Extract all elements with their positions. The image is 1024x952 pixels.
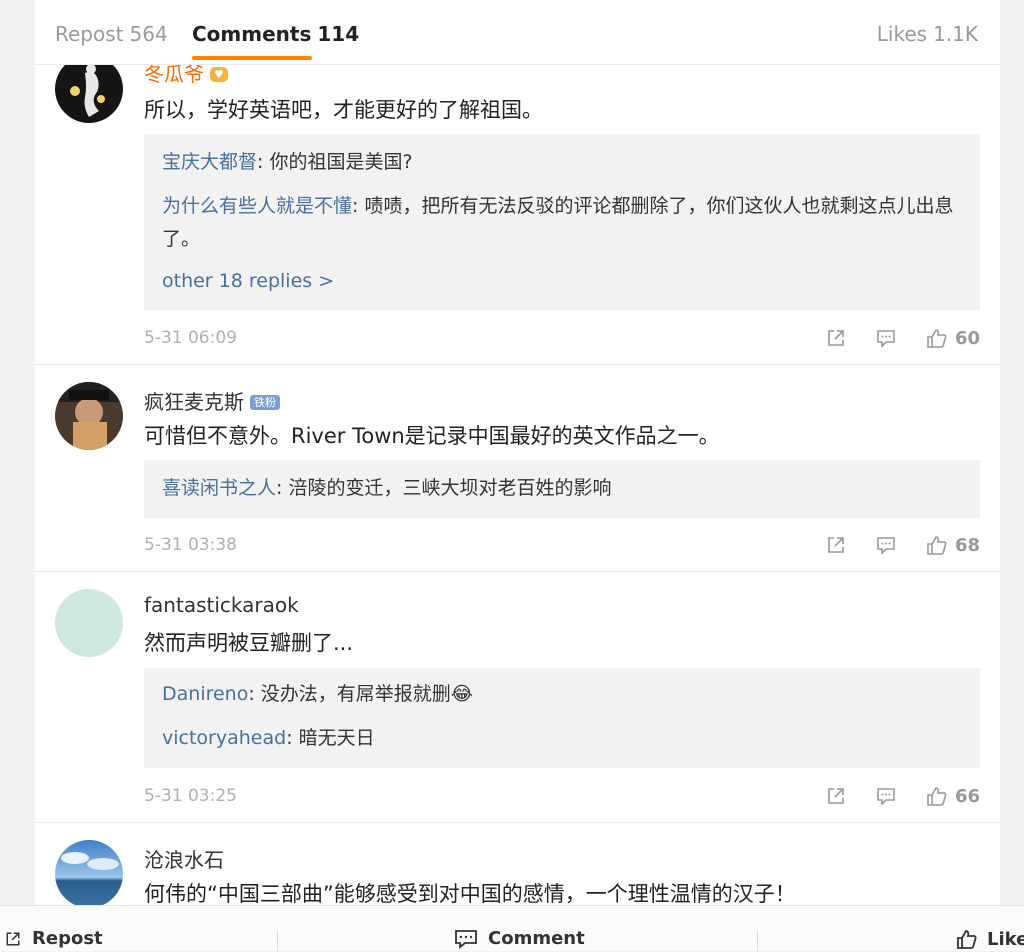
username-text: 疯狂麦克斯 bbox=[144, 390, 244, 414]
share-icon[interactable] bbox=[825, 327, 847, 349]
tab-comments-count: 114 bbox=[317, 22, 360, 46]
reply-text: : 暗无天日 bbox=[286, 727, 375, 749]
comment-actions: 66 bbox=[797, 784, 980, 808]
reply-username[interactable]: Danireno bbox=[162, 683, 248, 705]
divider bbox=[757, 930, 758, 952]
like-icon[interactable] bbox=[925, 327, 947, 349]
comment-actions: 60 bbox=[797, 326, 980, 350]
reply-text: : 没办法，有屌举报就删😂 bbox=[248, 683, 474, 705]
tab-repost[interactable]: Repost 564 bbox=[55, 22, 168, 46]
comment-text: 所以，学好英语吧，才能更好的了解祖国。 bbox=[144, 98, 543, 122]
reply-username[interactable]: victoryahead bbox=[162, 727, 286, 749]
avatar[interactable] bbox=[55, 589, 123, 657]
comment-time: 5-31 03:38 bbox=[144, 535, 237, 555]
username-text: 冬瓜爷 bbox=[144, 62, 204, 86]
comment-label: Comment bbox=[488, 928, 585, 949]
comment-button[interactable]: Comment bbox=[454, 928, 585, 949]
reply-username[interactable]: 喜读闲书之人 bbox=[162, 477, 276, 499]
tab-comments[interactable]: Comments 114 bbox=[192, 22, 359, 46]
avatar[interactable] bbox=[55, 55, 123, 123]
comment-actions: 68 bbox=[797, 533, 980, 557]
reply-text: : 涪陵的变迁，三峡大坝对老百姓的影响 bbox=[276, 477, 612, 499]
comment-time: 5-31 03:25 bbox=[144, 786, 237, 806]
bottom-action-bar: Repost Comment Like bbox=[0, 905, 1024, 952]
comment-time: 5-31 06:09 bbox=[144, 328, 237, 348]
fan-badge-icon: ♥ bbox=[210, 67, 228, 82]
fan-badge: 铁粉 bbox=[250, 395, 280, 410]
comment-item: 疯狂麦克斯 铁粉 可惜但不意外。River Town是记录中国最好的英文作品之一。… bbox=[35, 364, 1000, 572]
reply: Danireno: 没办法，有屌举报就删😂 bbox=[162, 678, 962, 711]
comment-text: 可惜但不意外。River Town是记录中国最好的英文作品之一。 bbox=[144, 424, 720, 448]
repost-icon bbox=[6, 932, 20, 945]
reply-username[interactable]: 为什么有些人就是不懂 bbox=[162, 195, 352, 217]
more-replies-link[interactable]: other 18 replies > bbox=[162, 270, 334, 292]
tab-bar: Repost 564 Comments 114 Likes 1.1K bbox=[35, 0, 1000, 65]
reply: 喜读闲书之人: 涪陵的变迁，三峡大坝对老百姓的影响 bbox=[162, 472, 962, 505]
like-count: 66 bbox=[954, 785, 980, 807]
like-count: 68 bbox=[954, 534, 980, 556]
reply-box[interactable]: 宝庆大都督: 你的祖国是美国? 为什么有些人就是不懂: 啧啧，把所有无法反驳的评… bbox=[144, 134, 980, 310]
tab-likes-count: 1.1K bbox=[933, 22, 978, 46]
like-count: 60 bbox=[954, 327, 980, 349]
like-button[interactable]: Like bbox=[955, 928, 1024, 950]
like-icon bbox=[957, 930, 977, 949]
repost-label: Repost bbox=[32, 928, 103, 949]
comments-panel: Repost 564 Comments 114 Likes 1.1K 冬瓜爷 ♥ 所以，… bbox=[35, 0, 1000, 950]
comment-text: 然而声明被豆瓣删了... bbox=[144, 631, 354, 655]
reply: 为什么有些人就是不懂: 啧啧，把所有无法反驳的评论都删除了，你们这伙人也就剩这点… bbox=[162, 190, 962, 256]
repost-button[interactable]: Repost bbox=[4, 928, 103, 949]
reply: victoryahead: 暗无天日 bbox=[162, 722, 962, 755]
comment-icon bbox=[455, 929, 477, 949]
active-tab-indicator bbox=[192, 56, 312, 60]
tab-repost-count: 564 bbox=[129, 22, 168, 46]
share-icon[interactable] bbox=[825, 785, 847, 807]
avatar[interactable] bbox=[55, 840, 123, 908]
avatar[interactable] bbox=[55, 382, 123, 450]
reply: 宝庆大都督: 你的祖国是美国? bbox=[162, 146, 962, 179]
reply-text: : 你的祖国是美国? bbox=[257, 151, 413, 173]
comment-icon[interactable] bbox=[875, 327, 897, 349]
reply-box[interactable]: 喜读闲书之人: 涪陵的变迁，三峡大坝对老百姓的影响 bbox=[144, 460, 980, 518]
reply-box[interactable]: Danireno: 没办法，有屌举报就删😂 victoryahead: 暗无天日 bbox=[144, 668, 980, 768]
tab-repost-label: Repost bbox=[55, 22, 124, 46]
share-icon[interactable] bbox=[825, 534, 847, 556]
comment-icon[interactable] bbox=[875, 534, 897, 556]
tab-likes[interactable]: Likes 1.1K bbox=[877, 22, 978, 46]
comment-item: fantastickaraok 然而声明被豆瓣删了... Danireno: 没… bbox=[35, 571, 1000, 823]
like-icon[interactable] bbox=[925, 534, 947, 556]
comment-username[interactable]: 沧浪水石 bbox=[144, 844, 224, 873]
tab-likes-label: Likes bbox=[876, 22, 928, 46]
divider bbox=[277, 930, 278, 952]
comment-item: 冬瓜爷 ♥ 所以，学好英语吧，才能更好的了解祖国。 宝庆大都督: 你的祖国是美国?… bbox=[35, 20, 1000, 365]
comment-username[interactable]: 疯狂麦克斯 铁粉 bbox=[144, 386, 280, 415]
reply-username[interactable]: 宝庆大都督 bbox=[162, 151, 257, 173]
comment-text: 何伟的“中国三部曲”能够感受到对中国的感情，一个理性温情的汉子！ bbox=[144, 882, 796, 906]
tab-comments-label: Comments bbox=[192, 22, 312, 46]
like-label: Like bbox=[987, 928, 1024, 950]
comment-username[interactable]: fantastickaraok bbox=[144, 593, 299, 617]
comment-icon[interactable] bbox=[875, 785, 897, 807]
like-icon[interactable] bbox=[925, 785, 947, 807]
